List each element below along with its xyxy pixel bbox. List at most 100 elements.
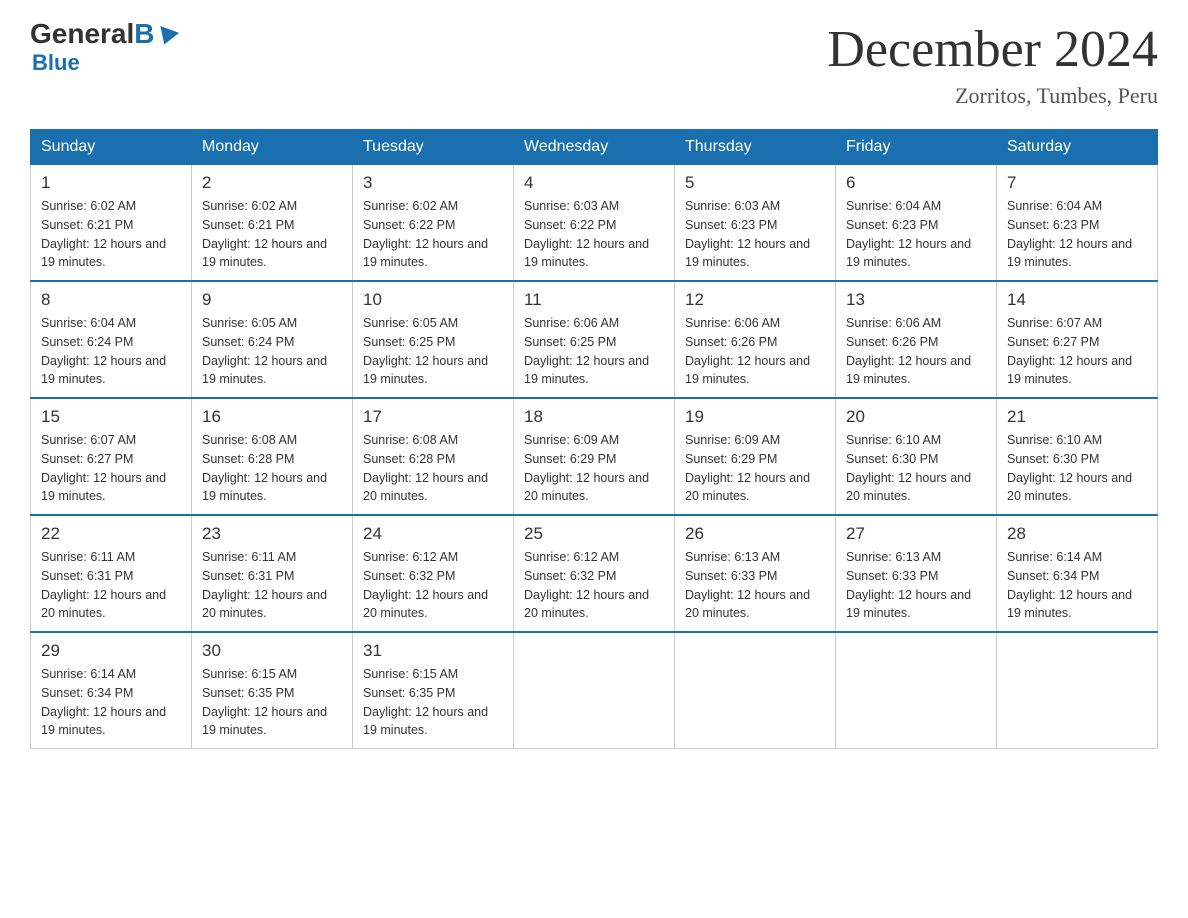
day-info: Sunrise: 6:04 AM Sunset: 6:23 PM Dayligh… [846,197,986,272]
day-info: Sunrise: 6:08 AM Sunset: 6:28 PM Dayligh… [202,431,342,506]
day-info: Sunrise: 6:05 AM Sunset: 6:25 PM Dayligh… [363,314,503,389]
day-info: Sunrise: 6:09 AM Sunset: 6:29 PM Dayligh… [685,431,825,506]
table-row: 10 Sunrise: 6:05 AM Sunset: 6:25 PM Dayl… [353,281,514,398]
table-row: 17 Sunrise: 6:08 AM Sunset: 6:28 PM Dayl… [353,398,514,515]
table-row: 31 Sunrise: 6:15 AM Sunset: 6:35 PM Dayl… [353,632,514,749]
day-number: 7 [1007,173,1147,193]
table-row [997,632,1158,749]
day-info: Sunrise: 6:11 AM Sunset: 6:31 PM Dayligh… [202,548,342,623]
day-info: Sunrise: 6:09 AM Sunset: 6:29 PM Dayligh… [524,431,664,506]
day-number: 26 [685,524,825,544]
calendar-week-row: 29 Sunrise: 6:14 AM Sunset: 6:34 PM Dayl… [31,632,1158,749]
col-tuesday: Tuesday [353,130,514,165]
col-friday: Friday [836,130,997,165]
calendar-week-row: 1 Sunrise: 6:02 AM Sunset: 6:21 PM Dayli… [31,165,1158,282]
table-row: 19 Sunrise: 6:09 AM Sunset: 6:29 PM Dayl… [675,398,836,515]
day-info: Sunrise: 6:02 AM Sunset: 6:21 PM Dayligh… [202,197,342,272]
calendar-week-row: 8 Sunrise: 6:04 AM Sunset: 6:24 PM Dayli… [31,281,1158,398]
table-row: 13 Sunrise: 6:06 AM Sunset: 6:26 PM Dayl… [836,281,997,398]
table-row: 12 Sunrise: 6:06 AM Sunset: 6:26 PM Dayl… [675,281,836,398]
day-number: 1 [41,173,181,193]
day-info: Sunrise: 6:02 AM Sunset: 6:22 PM Dayligh… [363,197,503,272]
day-number: 24 [363,524,503,544]
calendar-location: Zorritos, Tumbes, Peru [827,83,1158,109]
calendar-title-area: December 2024 Zorritos, Tumbes, Peru [827,20,1158,109]
day-number: 21 [1007,407,1147,427]
table-row: 18 Sunrise: 6:09 AM Sunset: 6:29 PM Dayl… [514,398,675,515]
table-row: 3 Sunrise: 6:02 AM Sunset: 6:22 PM Dayli… [353,165,514,282]
day-info: Sunrise: 6:05 AM Sunset: 6:24 PM Dayligh… [202,314,342,389]
day-number: 23 [202,524,342,544]
table-row [836,632,997,749]
day-info: Sunrise: 6:14 AM Sunset: 6:34 PM Dayligh… [41,665,181,740]
day-info: Sunrise: 6:12 AM Sunset: 6:32 PM Dayligh… [524,548,664,623]
day-number: 25 [524,524,664,544]
day-info: Sunrise: 6:06 AM Sunset: 6:25 PM Dayligh… [524,314,664,389]
logo-triangle-icon [154,26,178,48]
day-info: Sunrise: 6:07 AM Sunset: 6:27 PM Dayligh… [1007,314,1147,389]
table-row: 28 Sunrise: 6:14 AM Sunset: 6:34 PM Dayl… [997,515,1158,632]
table-row: 9 Sunrise: 6:05 AM Sunset: 6:24 PM Dayli… [192,281,353,398]
day-info: Sunrise: 6:14 AM Sunset: 6:34 PM Dayligh… [1007,548,1147,623]
table-row: 6 Sunrise: 6:04 AM Sunset: 6:23 PM Dayli… [836,165,997,282]
day-info: Sunrise: 6:08 AM Sunset: 6:28 PM Dayligh… [363,431,503,506]
col-thursday: Thursday [675,130,836,165]
day-number: 8 [41,290,181,310]
table-row: 22 Sunrise: 6:11 AM Sunset: 6:31 PM Dayl… [31,515,192,632]
day-info: Sunrise: 6:02 AM Sunset: 6:21 PM Dayligh… [41,197,181,272]
day-number: 14 [1007,290,1147,310]
day-number: 10 [363,290,503,310]
table-row: 1 Sunrise: 6:02 AM Sunset: 6:21 PM Dayli… [31,165,192,282]
logo-text: General B [30,20,177,48]
table-row: 14 Sunrise: 6:07 AM Sunset: 6:27 PM Dayl… [997,281,1158,398]
calendar-week-row: 22 Sunrise: 6:11 AM Sunset: 6:31 PM Dayl… [31,515,1158,632]
logo-blue-part: B [134,20,176,48]
day-number: 11 [524,290,664,310]
day-info: Sunrise: 6:15 AM Sunset: 6:35 PM Dayligh… [202,665,342,740]
table-row [675,632,836,749]
day-number: 5 [685,173,825,193]
day-number: 6 [846,173,986,193]
day-number: 29 [41,641,181,661]
day-number: 18 [524,407,664,427]
calendar-month-year: December 2024 [827,20,1158,79]
table-row: 21 Sunrise: 6:10 AM Sunset: 6:30 PM Dayl… [997,398,1158,515]
table-row: 11 Sunrise: 6:06 AM Sunset: 6:25 PM Dayl… [514,281,675,398]
table-row: 4 Sunrise: 6:03 AM Sunset: 6:22 PM Dayli… [514,165,675,282]
table-row: 7 Sunrise: 6:04 AM Sunset: 6:23 PM Dayli… [997,165,1158,282]
calendar-week-row: 15 Sunrise: 6:07 AM Sunset: 6:27 PM Dayl… [31,398,1158,515]
day-info: Sunrise: 6:10 AM Sunset: 6:30 PM Dayligh… [1007,431,1147,506]
table-row: 23 Sunrise: 6:11 AM Sunset: 6:31 PM Dayl… [192,515,353,632]
col-monday: Monday [192,130,353,165]
calendar-table: Sunday Monday Tuesday Wednesday Thursday… [30,129,1158,749]
table-row: 30 Sunrise: 6:15 AM Sunset: 6:35 PM Dayl… [192,632,353,749]
day-number: 20 [846,407,986,427]
table-row: 5 Sunrise: 6:03 AM Sunset: 6:23 PM Dayli… [675,165,836,282]
day-number: 16 [202,407,342,427]
day-number: 12 [685,290,825,310]
table-row: 16 Sunrise: 6:08 AM Sunset: 6:28 PM Dayl… [192,398,353,515]
day-info: Sunrise: 6:10 AM Sunset: 6:30 PM Dayligh… [846,431,986,506]
table-row: 26 Sunrise: 6:13 AM Sunset: 6:33 PM Dayl… [675,515,836,632]
day-info: Sunrise: 6:13 AM Sunset: 6:33 PM Dayligh… [846,548,986,623]
table-row: 27 Sunrise: 6:13 AM Sunset: 6:33 PM Dayl… [836,515,997,632]
table-row: 24 Sunrise: 6:12 AM Sunset: 6:32 PM Dayl… [353,515,514,632]
col-saturday: Saturday [997,130,1158,165]
table-row [514,632,675,749]
day-number: 28 [1007,524,1147,544]
col-sunday: Sunday [31,130,192,165]
day-number: 4 [524,173,664,193]
day-info: Sunrise: 6:04 AM Sunset: 6:23 PM Dayligh… [1007,197,1147,272]
day-number: 17 [363,407,503,427]
day-info: Sunrise: 6:06 AM Sunset: 6:26 PM Dayligh… [846,314,986,389]
col-wednesday: Wednesday [514,130,675,165]
day-info: Sunrise: 6:15 AM Sunset: 6:35 PM Dayligh… [363,665,503,740]
day-number: 13 [846,290,986,310]
table-row: 2 Sunrise: 6:02 AM Sunset: 6:21 PM Dayli… [192,165,353,282]
day-number: 15 [41,407,181,427]
day-info: Sunrise: 6:04 AM Sunset: 6:24 PM Dayligh… [41,314,181,389]
day-info: Sunrise: 6:03 AM Sunset: 6:22 PM Dayligh… [524,197,664,272]
table-row: 25 Sunrise: 6:12 AM Sunset: 6:32 PM Dayl… [514,515,675,632]
calendar-header-row: Sunday Monday Tuesday Wednesday Thursday… [31,130,1158,165]
logo: General B Blue [30,20,177,76]
